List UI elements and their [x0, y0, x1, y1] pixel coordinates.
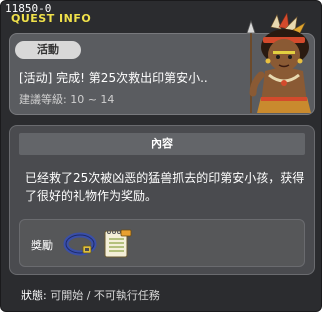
status-value: 可開始 / 不可執行任務 [50, 289, 160, 302]
status-separator: : [43, 289, 47, 302]
belt-icon[interactable] [63, 226, 97, 260]
content-text: 已经救了25次被凶恶的猛兽抓去的印第安小孩，获得了很好的礼物作为奖励。 [25, 171, 305, 203]
window-title: QUEST INFO [11, 12, 92, 25]
reward-box [19, 219, 305, 267]
recommended-level: 建議等級: 10 ~ 14 [19, 91, 114, 107]
status-label: 狀態 [21, 289, 43, 302]
level-range: 10 ~ 14 [70, 93, 115, 106]
category-badge: 活動 [15, 41, 81, 59]
content-header: 內容 [19, 133, 305, 155]
notepad-icon[interactable] [99, 226, 133, 260]
npc-portrait [246, 13, 311, 113]
reward-label: 獎勵 [31, 239, 53, 252]
quest-info-window: 11850-0 QUEST INFO 活動 [活动] 完成! 第25次救出印第安… [0, 0, 322, 312]
level-label: 建議等級 [19, 93, 63, 106]
quest-name: [活动] 完成! 第25次救出印第安小.. [19, 71, 208, 85]
quest-status: 狀態: 可開始 / 不可執行任務 [21, 287, 160, 303]
level-separator: : [63, 93, 67, 106]
